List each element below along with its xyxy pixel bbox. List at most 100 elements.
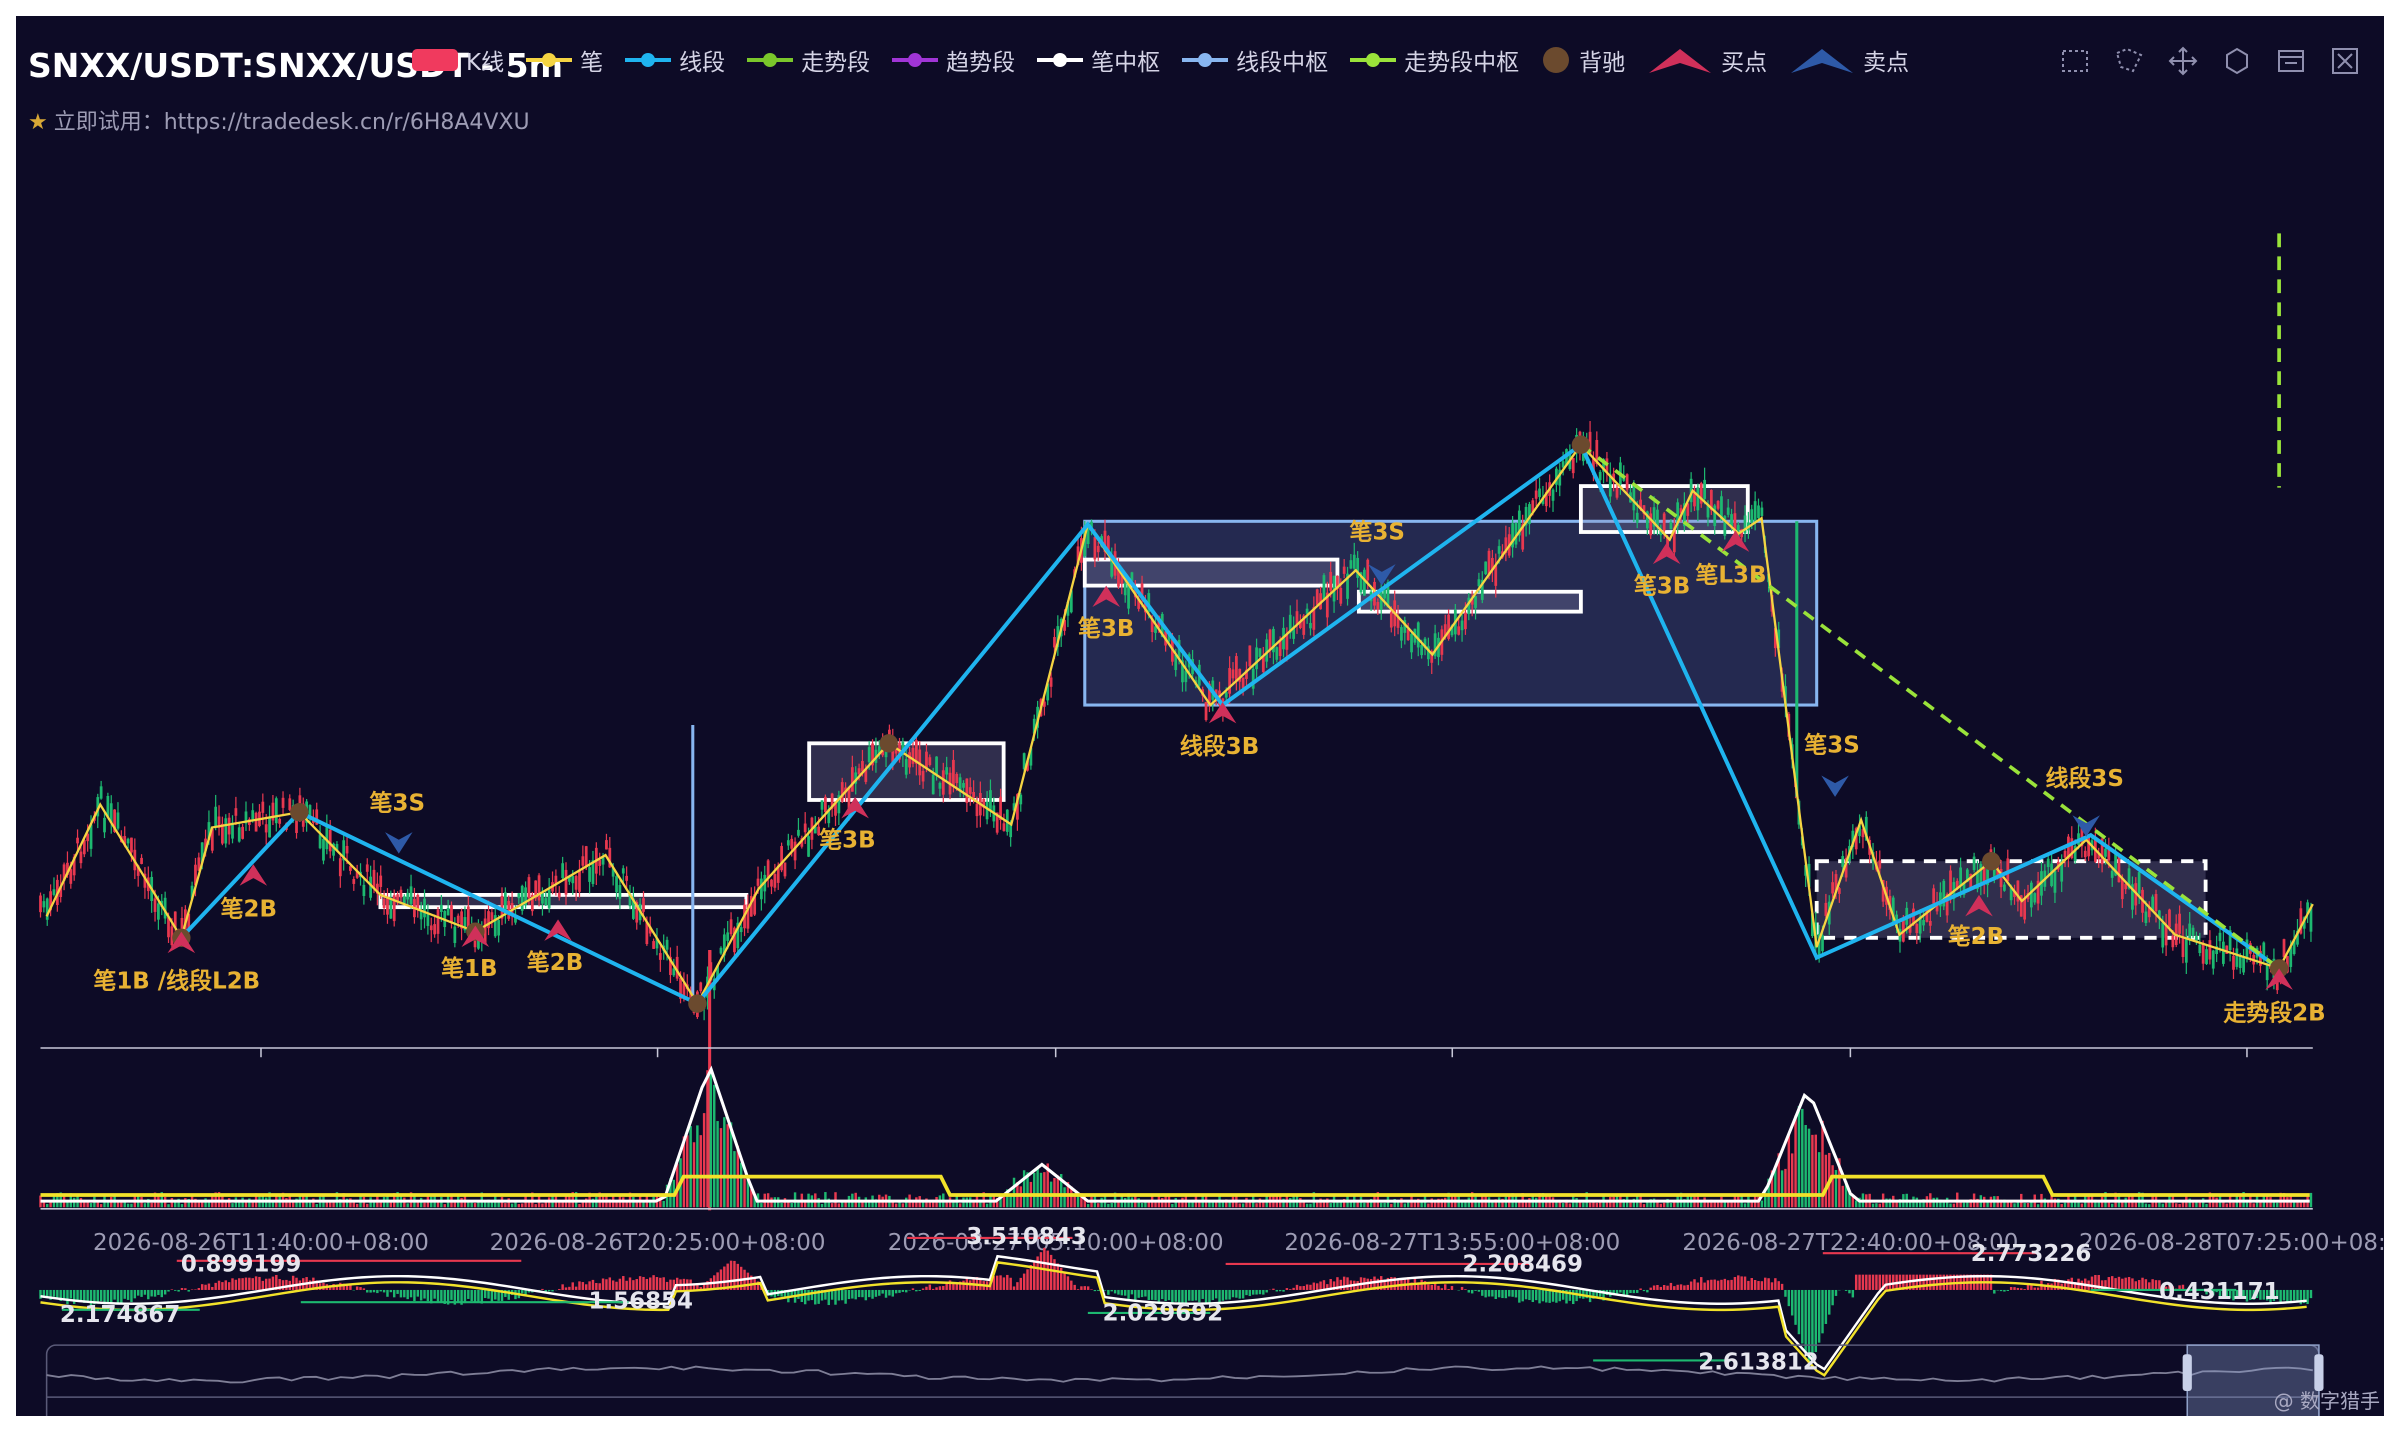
volume-bar bbox=[2222, 1202, 2225, 1208]
legend-item[interactable]: 卖点 bbox=[1789, 43, 1909, 77]
legend-item[interactable]: 走势段中枢 bbox=[1350, 43, 1519, 77]
macd-bar bbox=[1831, 1289, 1834, 1306]
macd-bar bbox=[291, 1275, 295, 1290]
volume-bar bbox=[1662, 1202, 1666, 1208]
macd-bar bbox=[1066, 1276, 1070, 1290]
lasso-icon[interactable] bbox=[2112, 44, 2146, 78]
candle-body bbox=[797, 829, 800, 836]
candle-body bbox=[547, 889, 551, 909]
macd-bar bbox=[2292, 1289, 2296, 1301]
macd-bar bbox=[1117, 1289, 1120, 1295]
volume-bar bbox=[1056, 1175, 1060, 1208]
volume-bar bbox=[558, 1202, 561, 1208]
candle-body bbox=[571, 876, 575, 884]
macd-bar bbox=[1211, 1289, 1215, 1301]
drag-icon[interactable] bbox=[2166, 44, 2200, 78]
volume-bar bbox=[726, 1124, 729, 1208]
volume-group bbox=[39, 1070, 2313, 1208]
candle-body bbox=[42, 901, 46, 908]
candle-body bbox=[972, 792, 975, 798]
data-view-icon[interactable] bbox=[2274, 44, 2308, 78]
legend-label: 笔中枢 bbox=[1091, 50, 1161, 76]
volume-bar bbox=[1986, 1202, 1989, 1208]
candle-body bbox=[850, 767, 854, 792]
macd-bar bbox=[1103, 1289, 1107, 1291]
legend-item[interactable]: K线 bbox=[412, 43, 504, 77]
macd-bar bbox=[1508, 1289, 1511, 1297]
candle-body bbox=[945, 767, 949, 775]
box-zoom-icon[interactable] bbox=[2058, 44, 2092, 78]
candle-body bbox=[1878, 860, 1882, 869]
legend-label: 线段 bbox=[679, 50, 726, 76]
candle-body bbox=[2164, 925, 2168, 946]
macd-bar bbox=[2289, 1289, 2292, 1301]
candle-body bbox=[439, 904, 443, 912]
legend-item[interactable]: 走势段 bbox=[747, 43, 870, 77]
macd-bar bbox=[938, 1286, 942, 1290]
legend-item[interactable]: 笔 bbox=[526, 43, 603, 77]
legend-label: 卖点 bbox=[1863, 50, 1910, 76]
macd-bar bbox=[1221, 1289, 1225, 1301]
candle-body bbox=[1315, 589, 1319, 605]
legend-item[interactable]: 笔中枢 bbox=[1037, 43, 1160, 77]
legend-item[interactable]: 买点 bbox=[1647, 43, 1767, 77]
candlestick-chart[interactable]: 笔1B /线段L2B笔2B笔1B 笔2B笔3B笔3B线段3B笔3B 笔L3B笔2B走… bbox=[16, 16, 2384, 1416]
macd-bar bbox=[851, 1289, 854, 1299]
candle-body bbox=[423, 898, 426, 918]
volume-bar bbox=[1588, 1202, 1592, 1208]
macd-bar bbox=[1292, 1287, 1295, 1290]
legend-label: 买点 bbox=[1721, 50, 1768, 76]
legend-item[interactable]: 线段 bbox=[625, 43, 725, 77]
candle-body bbox=[962, 783, 965, 788]
volume-bar bbox=[1329, 1203, 1332, 1208]
macd-bar bbox=[1730, 1279, 1733, 1290]
macd-bar bbox=[1764, 1277, 1767, 1290]
macd-bar bbox=[935, 1287, 938, 1290]
macd-bar bbox=[1646, 1289, 1649, 1293]
volume-bar bbox=[86, 1202, 89, 1208]
legend-item[interactable]: 趋势段 bbox=[892, 43, 1015, 77]
macd-bar bbox=[1760, 1281, 1764, 1290]
buy-point-label: 笔2B bbox=[221, 895, 277, 922]
macd-bar bbox=[1497, 1289, 1501, 1298]
volume-bar bbox=[2026, 1203, 2030, 1208]
macd-bar bbox=[1780, 1283, 1784, 1290]
clear-icon[interactable] bbox=[2328, 44, 2362, 78]
legend-item[interactable]: 线段中枢 bbox=[1182, 43, 1328, 77]
chart-subtitle[interactable]: ★ 立即试用：https://tradedesk.cn/r/6H8A4VXU bbox=[28, 104, 530, 136]
macd-bar bbox=[746, 1272, 750, 1290]
macd-bar bbox=[2154, 1280, 2158, 1290]
macd-bar bbox=[150, 1289, 153, 1297]
macd-bar bbox=[258, 1276, 261, 1290]
candle-body bbox=[588, 867, 591, 882]
volume-bar bbox=[143, 1203, 147, 1208]
macd-bar bbox=[1137, 1289, 1140, 1298]
macd-bar bbox=[1514, 1289, 1518, 1298]
macd-bar bbox=[1531, 1289, 1535, 1303]
star-icon: ★ bbox=[28, 110, 48, 135]
macd-bar bbox=[1521, 1289, 1524, 1302]
macd-bar bbox=[433, 1289, 436, 1299]
candle-body bbox=[1406, 629, 1410, 641]
legend-item[interactable]: 背驰 bbox=[1541, 43, 1625, 77]
macd-bar bbox=[79, 1289, 83, 1302]
volume-bar bbox=[1962, 1202, 1966, 1208]
macd-bar bbox=[1245, 1289, 1248, 1296]
candle-body bbox=[1625, 474, 1629, 490]
candle-body bbox=[584, 846, 588, 867]
restore-icon[interactable] bbox=[2220, 44, 2254, 78]
candle-body bbox=[264, 824, 268, 833]
candle-body bbox=[126, 838, 130, 844]
candle-body bbox=[1753, 501, 1757, 522]
candle-body bbox=[2117, 856, 2121, 883]
macd-bar bbox=[578, 1281, 581, 1290]
buy-point-label: 笔1B /线段L2B bbox=[93, 967, 260, 994]
macd-bar bbox=[918, 1289, 921, 1291]
macd-bar bbox=[440, 1289, 443, 1303]
macd-bar bbox=[1935, 1274, 1939, 1290]
sell-point-marker bbox=[1821, 775, 1849, 797]
macd-bar bbox=[1467, 1289, 1471, 1293]
macd-bar bbox=[1726, 1280, 1730, 1290]
macd-bar bbox=[42, 1289, 46, 1296]
macd-bar bbox=[861, 1289, 864, 1298]
